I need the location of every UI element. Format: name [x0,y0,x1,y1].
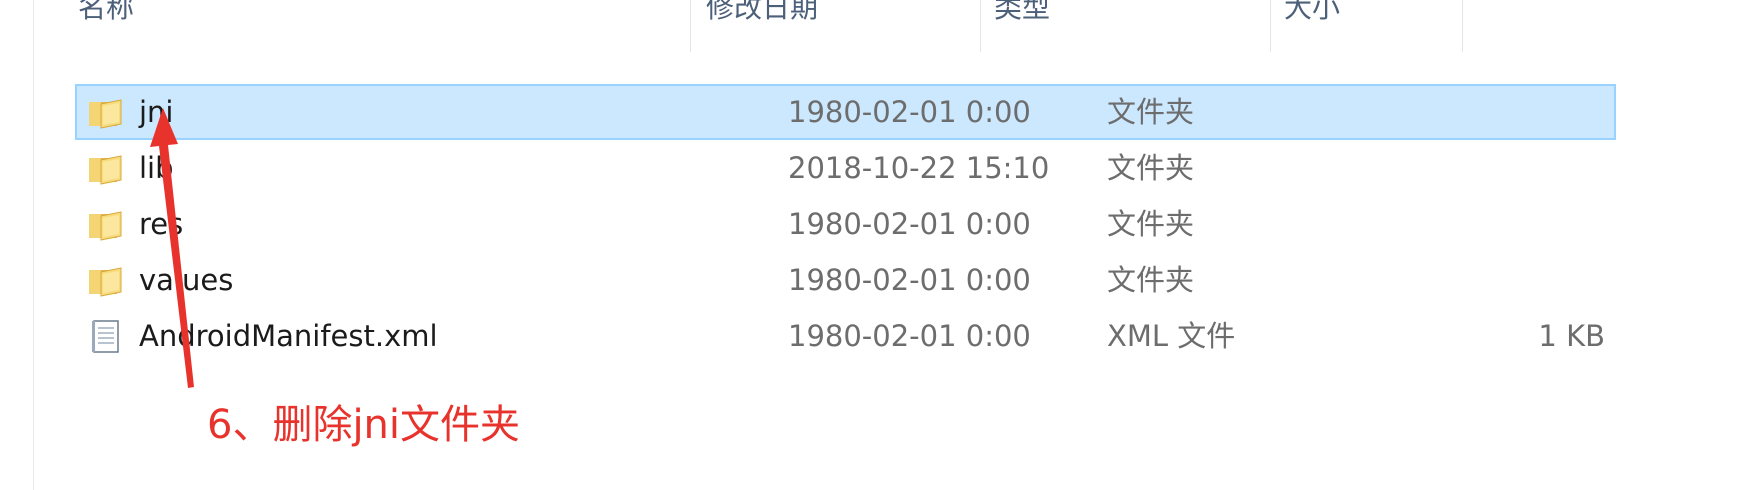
annotation-text: 6、删除jni文件夹 [207,402,521,448]
